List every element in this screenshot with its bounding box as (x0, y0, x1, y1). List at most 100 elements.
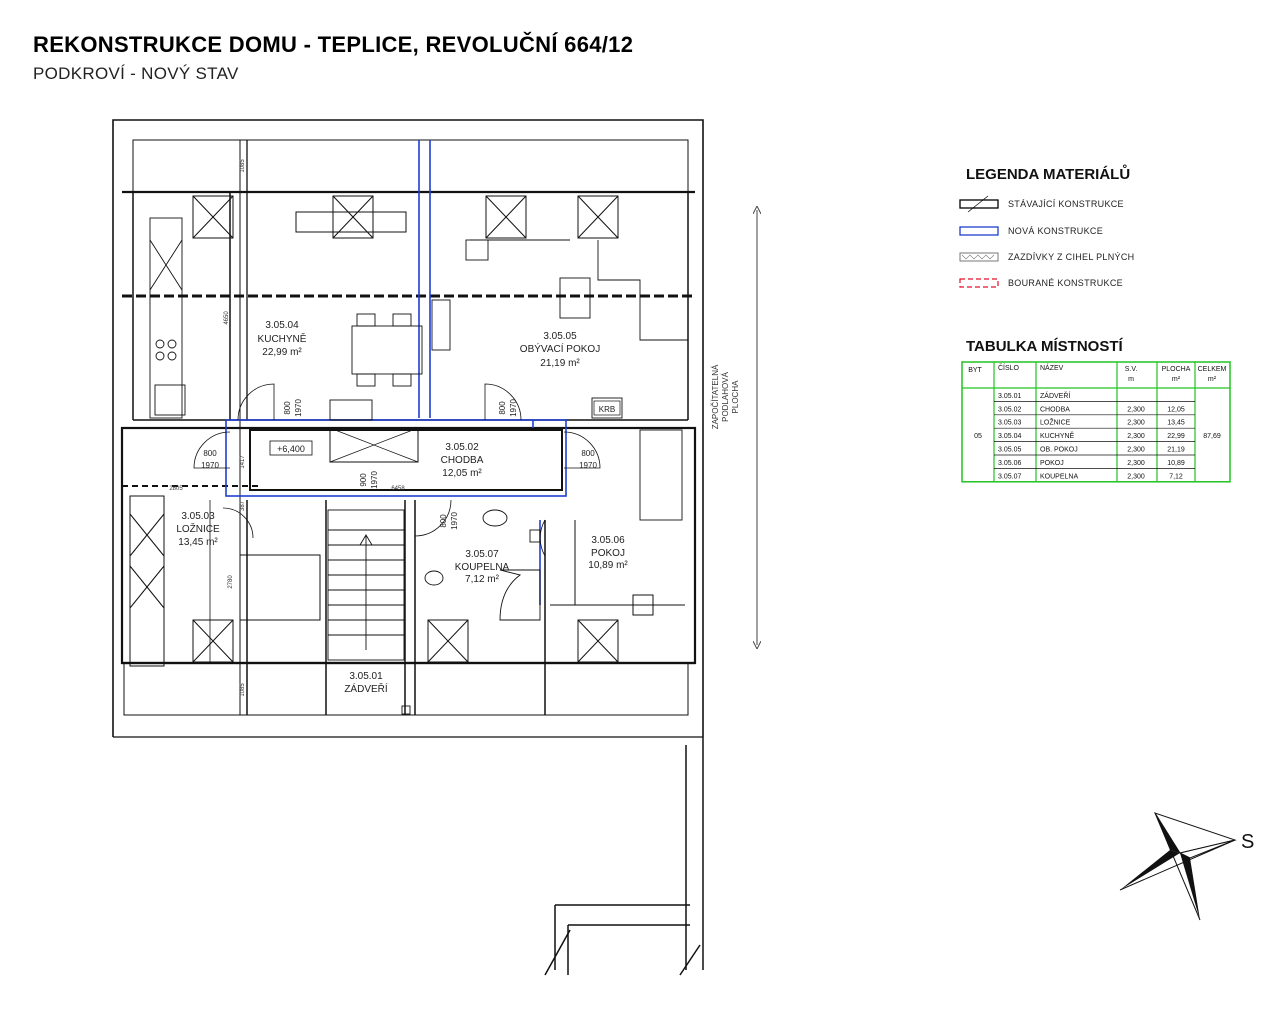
level-label: +6,400 (277, 444, 305, 454)
table-cell: 7,12 (1169, 473, 1183, 480)
svg-text:1970: 1970 (450, 512, 459, 530)
svg-text:CHODBA: CHODBA (441, 455, 484, 466)
table-cell: 3.05.06 (998, 460, 1021, 467)
svg-text:1970: 1970 (201, 461, 219, 470)
svg-text:3.05.03: 3.05.03 (181, 511, 215, 522)
table-cell-total: 87,69 (1203, 433, 1221, 440)
svg-text:ZAZDÍVKY Z CIHEL PLNÝCH: ZAZDÍVKY Z CIHEL PLNÝCH (1008, 252, 1134, 262)
room-label-zadveri: 3.05.01 ZÁDVEŘÍ (344, 671, 388, 695)
svg-text:1085: 1085 (240, 683, 246, 697)
corridor-walls (249, 429, 563, 491)
svg-text:POKOJ: POKOJ (591, 548, 625, 559)
table-cell: OB. POKOJ (1040, 447, 1078, 454)
svg-text:387: 387 (240, 500, 246, 511)
table-cell: 22,99 (1167, 433, 1185, 440)
svg-text:1417: 1417 (240, 455, 246, 469)
svg-text:BOURANÉ KONSTRUKCE: BOURANÉ KONSTRUKCE (1008, 278, 1123, 288)
table-cell: 3.05.03 (998, 420, 1021, 427)
living-room-furniture (465, 239, 688, 521)
table-cell: 3.05.02 (998, 406, 1021, 413)
table-header: m² (1208, 376, 1217, 383)
svg-text:1970: 1970 (579, 461, 597, 470)
svg-text:7,12 m²: 7,12 m² (465, 574, 500, 585)
table-cell: KUCHYNĚ (1040, 431, 1075, 440)
svg-text:800: 800 (581, 449, 595, 458)
door-label: 800 1970 (283, 399, 303, 417)
table-cell: 13,45 (1167, 420, 1185, 427)
table-header: S.V. (1125, 366, 1138, 373)
svg-text:21,19 m²: 21,19 m² (540, 358, 580, 369)
table-header: PLOCHA (1162, 366, 1191, 373)
new-construction-walls (225, 140, 567, 605)
side-note-1: ZAPOČÍTATELNÁ (711, 364, 720, 429)
svg-text:4650: 4650 (224, 311, 230, 325)
table-cell-byt: 05 (974, 433, 982, 440)
svg-text:1970: 1970 (509, 399, 518, 417)
svg-text:STÁVAJÍCÍ KONSTRUKCE: STÁVAJÍCÍ KONSTRUKCE (1008, 199, 1124, 209)
door-label: 900 1970 (359, 471, 379, 489)
table-cell: 2,300 (1127, 406, 1145, 413)
svg-text:2805: 2805 (169, 486, 183, 492)
table-cell: 3.05.05 (998, 447, 1021, 454)
svg-text:1085: 1085 (240, 159, 246, 173)
door-label: 800 1970 (579, 449, 597, 470)
svg-text:3.05.06: 3.05.06 (591, 535, 625, 546)
table-cell: 2,300 (1127, 433, 1145, 440)
svg-text:3.05.02: 3.05.02 (445, 442, 479, 453)
table-cell: ZÁDVEŘÍ (1040, 391, 1070, 400)
table-header: ČÍSLO (998, 363, 1020, 372)
door-label: 800 1970 (201, 449, 219, 470)
room-label-koupelna: 3.05.07 KOUPELNA 7,12 m² (455, 549, 510, 585)
table-cell: 2,300 (1127, 447, 1145, 454)
svg-text:12,05 m²: 12,05 m² (442, 468, 482, 479)
legend-item-brick: ZAZDÍVKY Z CIHEL PLNÝCH (959, 252, 1134, 262)
table-cell: 12,05 (1167, 406, 1185, 413)
legend-title: LEGENDA MATERIÁLŮ (966, 164, 1130, 183)
table-cell: 3.05.07 (998, 473, 1021, 480)
svg-text:1970: 1970 (370, 471, 379, 489)
svg-text:6458: 6458 (391, 486, 405, 492)
svg-text:LOŽNICE: LOŽNICE (176, 522, 220, 535)
table-cell: KOUPELNA (1040, 473, 1078, 480)
compass-icon (1119, 812, 1237, 921)
table-cell: 2,300 (1127, 460, 1145, 467)
table-cell: 3.05.01 (998, 393, 1021, 400)
svg-text:13,45 m²: 13,45 m² (178, 537, 218, 548)
svg-text:10,89 m²: 10,89 m² (588, 560, 628, 571)
kitchen-furniture (149, 217, 451, 421)
lower-extension (544, 737, 704, 976)
room-label-obyvaci-pokoj: 3.05.05 OBÝVACÍ POKOJ 21,19 m² (520, 331, 600, 369)
table-header: NÁZEV (1040, 363, 1064, 372)
room-label-loznice: 3.05.03 LOŽNICE 13,45 m² (176, 511, 220, 548)
svg-text:22,99 m²: 22,99 m² (262, 347, 302, 358)
door-label: 800 1970 (498, 399, 518, 417)
svg-text:800: 800 (498, 401, 507, 415)
table-header: m (1128, 376, 1134, 383)
door-label: 800 1970 (439, 512, 459, 530)
svg-text:KUCHYNĚ: KUCHYNĚ (258, 332, 307, 345)
table-cell: 21,19 (1167, 447, 1185, 454)
side-note-2: PODLAHOVÁ (721, 371, 730, 421)
svg-text:1970: 1970 (294, 399, 303, 417)
room-table: BYT ČÍSLO NÁZEV S.V. m PLOCHA m² CELKEM m² 05 87,6… (961, 361, 1231, 483)
table-cell: POKOJ (1040, 460, 1064, 467)
room-label-kuchyne: 3.05.04 KUCHYNĚ 22,99 m² (258, 320, 307, 358)
table-cell: CHODBA (1040, 406, 1070, 413)
room-table-title: TABULKA MÍSTNOSTÍ (966, 338, 1123, 355)
table-header: m² (1172, 376, 1181, 383)
svg-text:3.05.07: 3.05.07 (465, 549, 499, 560)
svg-text:800: 800 (439, 514, 448, 528)
svg-text:2780: 2780 (228, 575, 234, 589)
svg-text:3.05.05: 3.05.05 (543, 331, 577, 342)
table-header: BYT (968, 367, 982, 374)
room-label-pokoj: 3.05.06 POKOJ 10,89 m² (588, 535, 628, 571)
table-cell: 2,300 (1127, 420, 1145, 427)
floor-plan-drawing: ZAPOČÍTATELNÁ PODLAHOVÁ PLOCHA +6,400 KR… (112, 119, 1254, 976)
legend-item-demolished: BOURANÉ KONSTRUKCE (959, 278, 1123, 288)
fireplace-label: KRB (599, 405, 615, 414)
svg-text:NOVÁ KONSTRUKCE: NOVÁ KONSTRUKCE (1008, 226, 1103, 236)
side-note-3: PLOCHA (731, 380, 740, 414)
table-cell: LOŽNICE (1040, 418, 1071, 427)
svg-text:800: 800 (283, 401, 292, 415)
svg-text:3.05.04: 3.05.04 (265, 320, 299, 331)
